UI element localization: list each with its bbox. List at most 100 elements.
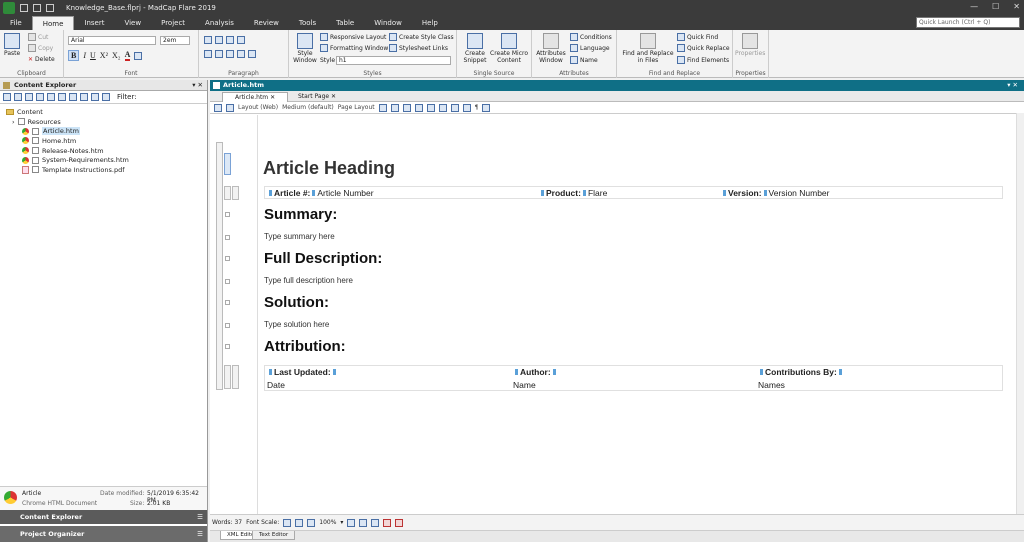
solution-text[interactable]: Type solution here: [264, 320, 329, 329]
chevron-right-icon[interactable]: ›: [12, 118, 15, 126]
names-cell[interactable]: Names: [758, 380, 785, 390]
snapshot-icon[interactable]: [383, 518, 392, 527]
tree-item-system-requirements[interactable]: System-Requirements.htm: [6, 155, 207, 165]
name-button[interactable]: Name: [570, 56, 598, 64]
document-canvas[interactable]: Article Heading Article #: Article Number…: [210, 115, 1024, 514]
folder-icon[interactable]: [91, 93, 99, 101]
paragraph-marker[interactable]: [225, 344, 230, 349]
align-left-icon[interactable]: [204, 50, 212, 58]
quick-launch-input[interactable]: Quick Launch (Ctrl + Q): [916, 17, 1020, 28]
tab-file[interactable]: File: [0, 16, 32, 30]
new-folder-icon[interactable]: [3, 93, 11, 101]
superscript-button[interactable]: X²: [100, 51, 108, 60]
table-marker[interactable]: [232, 365, 239, 389]
tree-item-content[interactable]: Content: [6, 107, 207, 117]
properties-button[interactable]: Properties: [735, 33, 765, 57]
tab-article[interactable]: Article.htm ✕: [222, 92, 289, 102]
refresh-icon[interactable]: [36, 93, 44, 101]
layout-select[interactable]: Layout (Web): [238, 104, 278, 111]
sync-icon[interactable]: [102, 93, 110, 101]
view-web-icon[interactable]: [359, 518, 368, 527]
zoom-level[interactable]: 100%: [319, 519, 336, 526]
palette-icon[interactable]: [482, 103, 491, 112]
medium-select[interactable]: Medium (default): [282, 104, 334, 111]
tab-home[interactable]: Home: [31, 16, 75, 30]
pilcrow-icon[interactable]: ¶: [475, 104, 479, 111]
vertical-scrollbar[interactable]: [1016, 113, 1024, 514]
show-tags-icon[interactable]: [214, 103, 222, 112]
paragraph-marker[interactable]: [225, 323, 230, 328]
responsive-layout-button[interactable]: Responsive Layout: [320, 33, 386, 41]
version-cell[interactable]: Version: Version Number: [723, 188, 830, 198]
style-select[interactable]: h1: [336, 56, 451, 65]
last-updated-label[interactable]: Last Updated:: [269, 367, 336, 377]
indent-icon[interactable]: [237, 36, 245, 44]
heading-marker[interactable]: [224, 153, 231, 175]
table-marker[interactable]: [224, 186, 231, 200]
tab-help[interactable]: Help: [412, 16, 448, 30]
show-spans-icon[interactable]: [462, 103, 471, 112]
tab-start-page[interactable]: Start Page ✕: [286, 92, 348, 102]
undo-icon[interactable]: [33, 4, 41, 12]
close-button[interactable]: ✕: [1013, 2, 1020, 11]
subscript-button[interactable]: X₂: [112, 51, 121, 60]
create-micro-content-button[interactable]: Create Micro Content: [489, 33, 529, 64]
close-icon[interactable]: ✕: [331, 93, 336, 100]
zoom-reset-icon[interactable]: [295, 518, 304, 527]
show-breaks-icon[interactable]: [438, 103, 447, 112]
underline-button[interactable]: U: [90, 51, 96, 60]
copy-button[interactable]: Copy: [28, 44, 53, 52]
summary-heading[interactable]: Summary:: [264, 206, 337, 223]
table-marker[interactable]: [224, 365, 231, 389]
bold-button[interactable]: B: [68, 50, 80, 61]
toggle-view-icon[interactable]: [47, 93, 55, 101]
tree-item-home[interactable]: Home.htm: [6, 136, 207, 146]
attribution-heading[interactable]: Attribution:: [264, 338, 346, 355]
text-editor-tab[interactable]: Text Editor: [252, 531, 296, 540]
page-layout-select[interactable]: Page Layout: [338, 104, 375, 111]
language-button[interactable]: Language: [570, 44, 610, 52]
copy-icon[interactable]: [25, 93, 33, 101]
zoom-dropdown-icon[interactable]: ▾: [340, 519, 343, 526]
align-center-icon[interactable]: [215, 50, 223, 58]
quick-find-button[interactable]: Quick Find: [677, 33, 718, 41]
paragraph-icon[interactable]: [248, 50, 256, 58]
font-color-button[interactable]: A: [124, 50, 131, 61]
full-description-heading[interactable]: Full Description:: [264, 250, 382, 267]
panel-menu-icon[interactable]: ▾ ✕: [192, 80, 203, 91]
paragraph-marker[interactable]: [225, 212, 230, 217]
view-print-icon[interactable]: [371, 518, 380, 527]
tab-project[interactable]: Project: [151, 16, 195, 30]
tab-review[interactable]: Review: [244, 16, 289, 30]
number-list-icon[interactable]: [215, 36, 223, 44]
contributions-label[interactable]: Contributions By:: [760, 367, 842, 377]
editor-menu-icon[interactable]: ▾ ✕: [1007, 80, 1018, 91]
menu-icon[interactable]: ☰: [197, 526, 203, 542]
product-cell[interactable]: Product: Flare: [541, 188, 607, 198]
solution-heading[interactable]: Solution:: [264, 294, 329, 311]
preview-browser-icon[interactable]: [395, 518, 404, 527]
stylesheet-links-button[interactable]: Stylesheet Links: [389, 44, 448, 52]
tree-item-release-notes[interactable]: Release-Notes.htm: [6, 146, 207, 156]
author-label[interactable]: Author:: [515, 367, 556, 377]
paragraph-marker[interactable]: [225, 256, 230, 261]
new-file-icon[interactable]: [14, 93, 22, 101]
style-window-button[interactable]: Style Window: [292, 33, 318, 64]
grid-icon[interactable]: [450, 103, 459, 112]
track-changes-icon[interactable]: [390, 103, 399, 112]
font-size-select[interactable]: 2em: [160, 36, 190, 45]
tree-item-template-instructions[interactable]: Template Instructions.pdf: [6, 165, 207, 175]
create-snippet-button[interactable]: Create Snippet: [461, 33, 489, 64]
tab-table[interactable]: Table: [326, 16, 364, 30]
preview-icon[interactable]: [378, 103, 387, 112]
zoom-out-icon[interactable]: [283, 518, 292, 527]
tab-insert[interactable]: Insert: [74, 16, 114, 30]
conditions-button[interactable]: Conditions: [570, 33, 612, 41]
table-marker[interactable]: [232, 186, 239, 200]
article-heading[interactable]: Article Heading: [263, 158, 395, 179]
find-elements-button[interactable]: Find Elements: [677, 56, 729, 64]
outdent-icon[interactable]: [226, 36, 234, 44]
maximize-button[interactable]: ☐: [992, 2, 999, 11]
paragraph-marker[interactable]: [225, 279, 230, 284]
content-explorer-tab[interactable]: Content Explorer ☰: [0, 510, 207, 524]
